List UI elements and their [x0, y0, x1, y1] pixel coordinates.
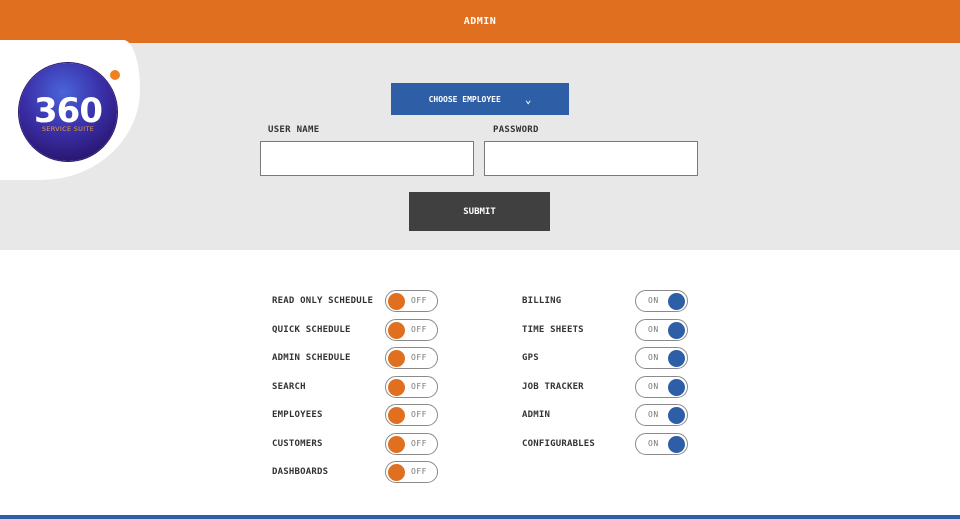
permission-row: QUICK SCHEDULE OFF: [272, 318, 440, 341]
permission-label: READ ONLY SCHEDULE: [272, 296, 374, 306]
permission-toggle[interactable]: ON: [635, 404, 688, 426]
choose-employee-label: CHOOSE EMPLOYEE: [428, 94, 501, 104]
toggle-knob: [668, 378, 685, 396]
toggle-state-text: ON: [648, 410, 659, 419]
toggle-knob: [668, 435, 685, 453]
permission-label: GPS: [522, 353, 539, 363]
page-title: ADMIN: [463, 16, 497, 27]
choose-employee-dropdown[interactable]: CHOOSE EMPLOYEE ⌄: [391, 83, 569, 115]
permission-toggle[interactable]: ON: [635, 290, 688, 312]
permission-row: SEARCH OFF: [272, 375, 440, 398]
permission-row: DASHBOARDS OFF: [272, 461, 440, 483]
permission-toggle[interactable]: ON: [635, 375, 688, 398]
permission-row: ADMIN SCHEDULE OFF: [272, 347, 440, 369]
permission-label: ADMIN SCHEDULE: [272, 353, 351, 363]
password-label: PASSWORD: [493, 125, 539, 135]
permission-row: JOB TRACKER ON: [522, 375, 690, 398]
permission-toggle[interactable]: OFF: [385, 318, 438, 341]
permission-label: QUICK SCHEDULE: [272, 324, 351, 335]
toggle-state-text: ON: [648, 296, 659, 305]
permission-label: JOB TRACKER: [522, 381, 584, 392]
header-bar: ADMIN: [0, 0, 960, 43]
permission-row: READ ONLY SCHEDULE OFF: [272, 290, 440, 312]
permission-row: EMPLOYEES OFF: [272, 404, 440, 426]
toggle-state-text: OFF: [411, 324, 427, 334]
permission-row: TIME SHEETS ON: [522, 318, 690, 341]
toggle-knob: [388, 321, 405, 339]
footer-bar: [0, 515, 960, 519]
toggle-state-text: ON: [648, 324, 659, 334]
toggle-state-text: ON: [648, 381, 659, 391]
logo-subtitle: SERVICE SUITE: [41, 125, 95, 133]
permission-toggle[interactable]: OFF: [385, 432, 438, 455]
permission-toggle[interactable]: ON: [635, 347, 688, 369]
permission-label: SEARCH: [272, 381, 306, 392]
permission-label: CUSTOMERS: [272, 438, 323, 449]
toggle-knob: [388, 378, 405, 396]
permission-toggle[interactable]: OFF: [385, 347, 438, 369]
toggle-knob: [668, 321, 685, 339]
toggle-state-text: OFF: [411, 381, 427, 391]
toggle-state-text: OFF: [411, 467, 427, 476]
toggle-knob: [388, 464, 405, 481]
toggle-knob: [388, 407, 405, 424]
toggle-knob: [388, 293, 405, 310]
permission-label: CONFIGURABLES: [522, 438, 596, 449]
permission-row: BILLING ON: [522, 290, 690, 312]
toggle-state-text: OFF: [411, 410, 427, 419]
toggle-knob: [668, 350, 685, 367]
submit-button[interactable]: SUBMIT: [409, 192, 550, 231]
permission-toggle[interactable]: OFF: [385, 461, 438, 483]
permission-row: CUSTOMERS OFF: [272, 432, 440, 455]
permission-label: TIME SHEETS: [522, 324, 584, 335]
permission-label: DASHBOARDS: [272, 467, 329, 477]
permission-row: GPS ON: [522, 347, 690, 369]
permission-label: BILLING: [522, 296, 562, 306]
permission-toggle[interactable]: OFF: [385, 404, 438, 426]
password-field[interactable]: [484, 141, 698, 176]
permission-toggle[interactable]: OFF: [385, 375, 438, 398]
toggle-knob: [668, 293, 685, 310]
permission-label: EMPLOYEES: [272, 410, 323, 420]
permission-toggle[interactable]: ON: [635, 318, 688, 341]
chevron-down-icon: ⌄: [524, 92, 532, 106]
logo-dot: [110, 70, 120, 80]
toggle-state-text: OFF: [411, 438, 427, 448]
permission-toggle[interactable]: ON: [635, 432, 688, 455]
app-logo: 360 SERVICE SUITE: [19, 63, 120, 161]
toggle-knob: [388, 350, 405, 367]
toggle-state-text: OFF: [411, 296, 427, 305]
toggle-state-text: OFF: [411, 353, 427, 362]
username-field[interactable]: [260, 141, 474, 176]
submit-label: SUBMIT: [463, 206, 496, 217]
toggle-knob: [668, 407, 685, 424]
toggle-knob: [388, 435, 405, 453]
toggle-state-text: ON: [648, 438, 659, 448]
permission-row: ADMIN ON: [522, 404, 690, 426]
permission-label: ADMIN: [522, 410, 551, 420]
username-label: USER NAME: [268, 125, 320, 135]
permission-toggle[interactable]: OFF: [385, 290, 438, 312]
permission-row: CONFIGURABLES ON: [522, 432, 690, 455]
toggle-state-text: ON: [648, 353, 659, 362]
